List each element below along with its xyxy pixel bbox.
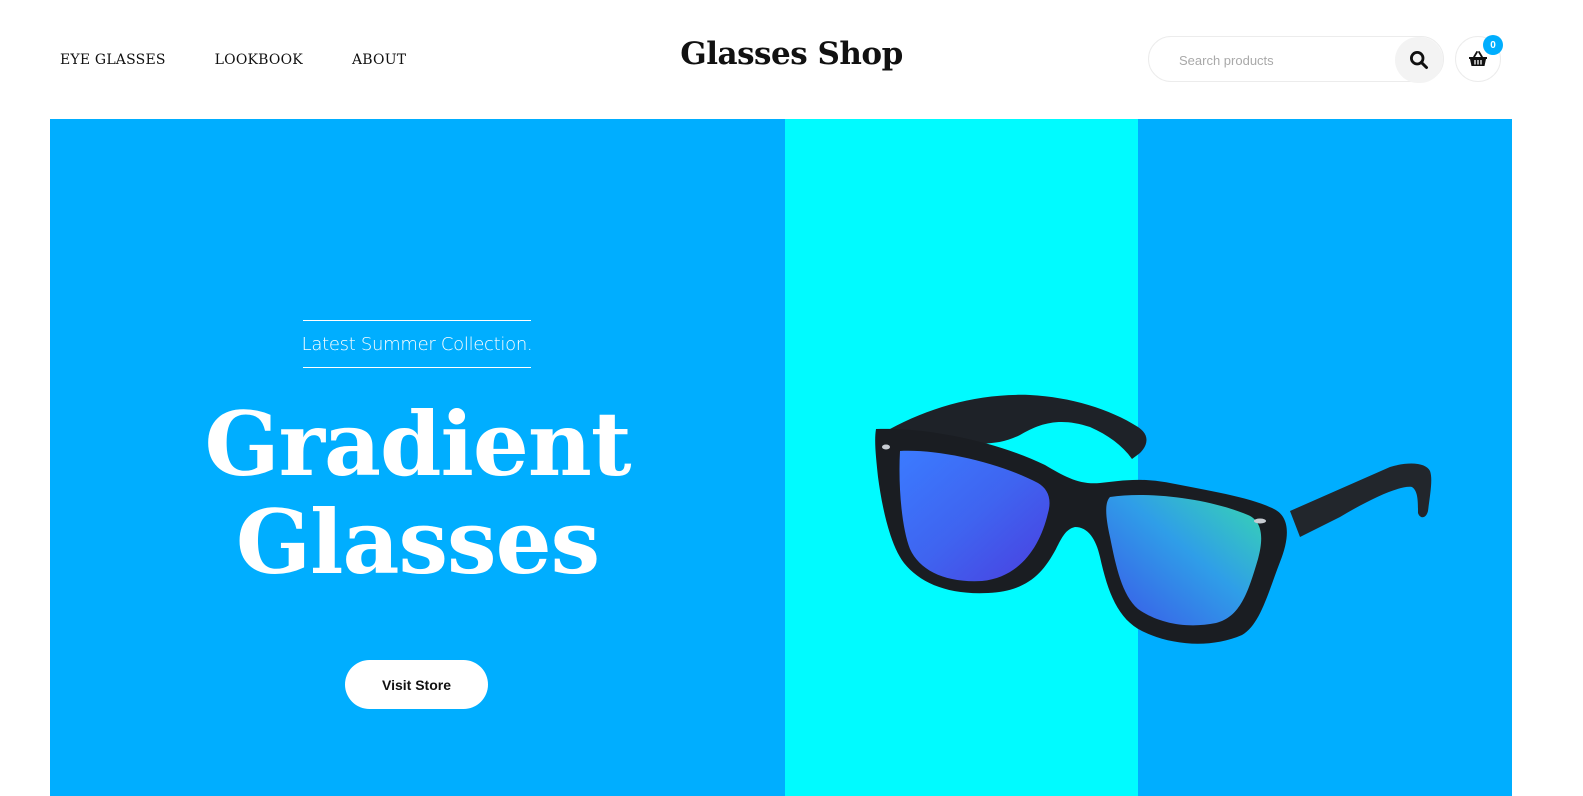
- hero-title-line-1: Gradient: [204, 392, 631, 496]
- cart-count-badge: 0: [1483, 35, 1503, 55]
- nav-item-eye-glasses[interactable]: EYE GLASSES: [60, 50, 166, 70]
- main-nav: EYE GLASSES LOOKBOOK ABOUT: [60, 50, 455, 70]
- hero-subtitle: Latest Summer Collection.: [301, 333, 533, 355]
- search-button[interactable]: [1395, 37, 1443, 83]
- hero-content: Latest Summer Collection. Gradient Glass…: [50, 119, 785, 796]
- search-box: [1148, 36, 1444, 83]
- hero-banner: Latest Summer Collection. Gradient Glass…: [50, 119, 1512, 796]
- basket-icon: [1469, 51, 1487, 66]
- cart-button[interactable]: 0: [1455, 35, 1503, 82]
- hero-title: Gradient Glasses: [50, 395, 785, 591]
- visit-store-button[interactable]: Visit Store: [345, 660, 488, 709]
- search-input[interactable]: [1167, 37, 1387, 83]
- hero-title-line-2: Glasses: [235, 490, 600, 594]
- search-icon: [1409, 50, 1428, 69]
- hero-subtitle-frame: Latest Summer Collection.: [301, 320, 533, 368]
- site-logo[interactable]: Glasses Shop: [680, 36, 903, 72]
- site-header: EYE GLASSES LOOKBOOK ABOUT Glasses Shop …: [0, 0, 1583, 119]
- nav-item-about[interactable]: ABOUT: [352, 50, 406, 70]
- sunglasses-product-image: [875, 394, 1432, 644]
- nav-item-lookbook[interactable]: LOOKBOOK: [215, 50, 303, 70]
